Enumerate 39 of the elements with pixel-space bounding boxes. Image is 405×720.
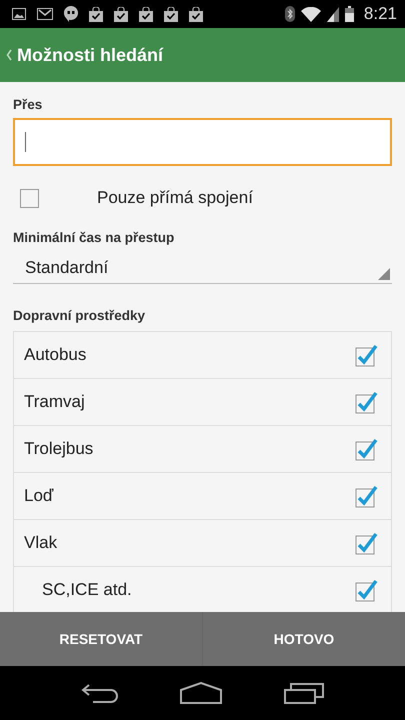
checkbox[interactable]: [20, 188, 39, 208]
mail-icon: [37, 8, 53, 20]
transfer-time-dropdown[interactable]: Standardní: [13, 253, 392, 284]
checkbox[interactable]: [355, 390, 378, 414]
checkbox-label: Pouze přímá spojení: [97, 188, 253, 208]
via-input-field[interactable]: [13, 118, 392, 166]
battery-icon: [344, 6, 354, 22]
checkbox[interactable]: [355, 531, 378, 555]
checkbox[interactable]: [355, 578, 378, 602]
bluetooth-icon: [284, 6, 295, 22]
home-icon[interactable]: [180, 682, 222, 704]
signal-icon: [326, 6, 339, 22]
back-button[interactable]: Možnosti hledání: [0, 28, 169, 82]
recent-apps-icon[interactable]: [284, 682, 324, 704]
list-item[interactable]: Trolejbus: [14, 426, 391, 473]
list-item[interactable]: Vlak: [14, 520, 391, 567]
picture-icon: [12, 8, 26, 20]
dropdown-corner-icon: [378, 268, 390, 280]
checkbox[interactable]: [355, 484, 378, 508]
shopping-bag-icon: [164, 6, 178, 22]
back-icon[interactable]: [80, 682, 119, 704]
screen-title: Možnosti hledání: [17, 44, 163, 66]
clock: 8:21: [364, 4, 397, 24]
section-label: Minimální čas na přestup: [13, 230, 174, 245]
section-label: Dopravní prostředky: [13, 308, 146, 323]
shopping-bag-icon: [189, 6, 203, 22]
list-item[interactable]: Autobus: [14, 332, 391, 379]
shopping-bag-icon: [89, 6, 103, 22]
checkbox[interactable]: [355, 343, 378, 367]
field-label: Přes: [13, 97, 42, 112]
shopping-bag-icon: [114, 6, 128, 22]
chevron-left-icon: [6, 49, 12, 61]
wifi-icon: [300, 6, 321, 22]
list-item[interactable]: Loď: [14, 473, 391, 520]
chat-bubble-icon: [64, 6, 78, 22]
checkbox[interactable]: [355, 437, 378, 461]
shopping-bag-icon: [139, 6, 153, 22]
text-cursor: [25, 132, 26, 152]
list-item[interactable]: Tramvaj: [14, 379, 391, 426]
